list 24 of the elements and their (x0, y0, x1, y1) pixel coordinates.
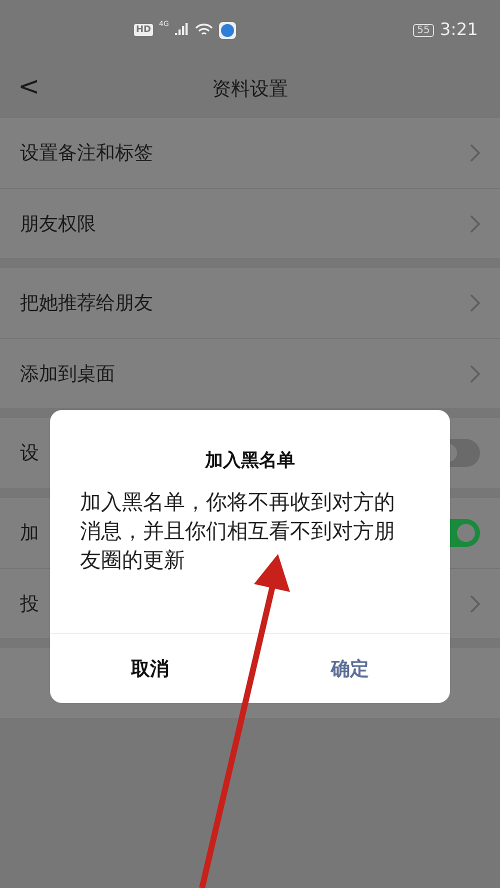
setting-label: 加 (20, 521, 39, 546)
battery-level: 55 (413, 24, 434, 36)
setting-label[interactable]: 投 (20, 590, 39, 616)
dialog-message: 加入黑名单，你将不再收到对方的消息，并且你们相互看不到对方朋友圈的更新 (79, 489, 396, 574)
cancel-button[interactable]: 取消 (50, 634, 250, 703)
setting-label: 设 (20, 441, 39, 466)
dialog-title: 加入黑名单 (204, 449, 296, 472)
chevron-icon (470, 594, 480, 612)
setting-label[interactable]: 添加到桌面 (20, 360, 115, 386)
page-title: 资料设置 (212, 77, 288, 102)
chevron-icon (470, 144, 480, 162)
chevron-icon (470, 294, 480, 312)
clock: 3:21 (440, 20, 478, 40)
globe-icon (218, 22, 236, 38)
chevron-icon (470, 214, 480, 232)
setting-label[interactable]: 朋友权限 (20, 210, 96, 236)
hd-badge: HD (134, 24, 154, 36)
setting-label[interactable]: 把她推荐给朋友 (20, 290, 153, 316)
wifi-icon (194, 23, 213, 37)
setting-label[interactable]: 设置备注和标签 (20, 140, 153, 166)
back-button[interactable]: < (14, 72, 44, 102)
signal-icon (174, 23, 189, 37)
confirm-button[interactable]: 确定 (250, 634, 450, 703)
chevron-icon (470, 364, 480, 382)
